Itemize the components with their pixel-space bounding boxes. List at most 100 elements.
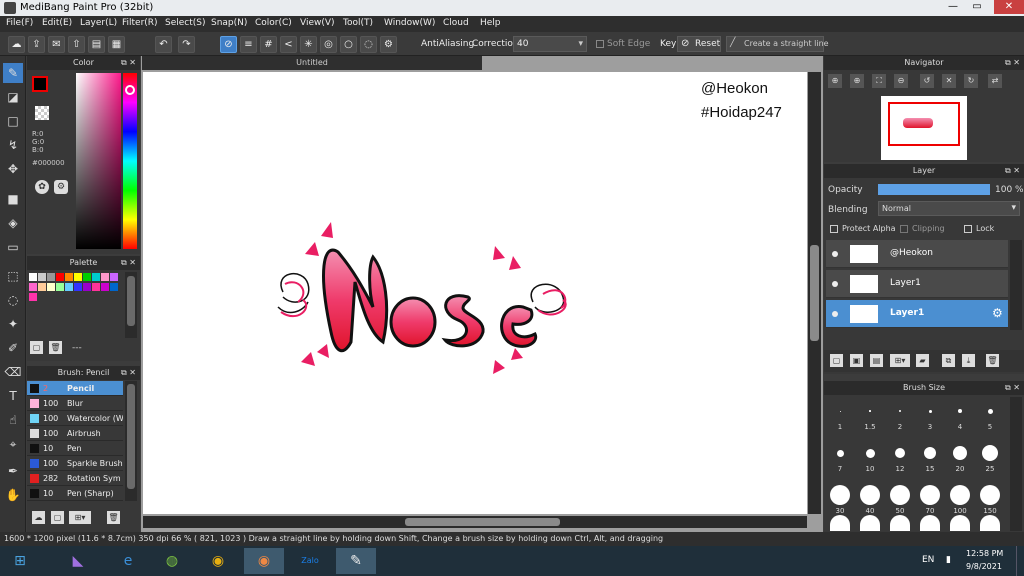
menu-tool[interactable]: Tool(T) <box>343 18 373 28</box>
grid-snap-icon[interactable]: # <box>260 36 277 53</box>
brush-size-dot[interactable] <box>924 447 936 459</box>
color-settings-icon[interactable]: ⚙ <box>54 180 68 194</box>
magic-wand-icon[interactable]: ✦ <box>3 314 23 334</box>
brush-size-dot[interactable] <box>869 410 871 412</box>
brush-size-dot[interactable] <box>836 449 844 457</box>
brush-item[interactable]: 10 Pen (Sharp) <box>27 486 123 501</box>
correction-select[interactable]: 40 ▾ <box>513 36 587 52</box>
layer-scrollbar[interactable] <box>1010 240 1022 330</box>
visual-studio-icon[interactable]: ◣ <box>58 548 98 574</box>
snap-settings-icon[interactable]: ⚙ <box>380 36 397 53</box>
brush-size-dot[interactable] <box>830 485 850 505</box>
circle-snap-icon[interactable]: ○ <box>340 36 357 53</box>
hue-slider[interactable] <box>123 73 137 249</box>
palette-swatch[interactable] <box>101 283 109 291</box>
select-tool-icon[interactable]: ⬚ <box>3 266 23 286</box>
lock-checkbox[interactable] <box>964 225 972 233</box>
palette-swatch[interactable] <box>110 273 118 281</box>
zalo-icon[interactable]: Zalo <box>290 548 330 574</box>
visibility-icon[interactable] <box>832 311 838 317</box>
soft-edge-checkbox[interactable] <box>596 40 604 48</box>
palette-swatch[interactable] <box>101 273 109 281</box>
network-icon[interactable]: ▮ <box>946 555 951 565</box>
new-8bit-layer-icon[interactable]: ▤ <box>870 354 883 367</box>
palette-swatch[interactable] <box>65 273 73 281</box>
operation-tool-icon[interactable]: ☝ <box>3 410 23 430</box>
gear-icon[interactable]: ⚙ <box>992 306 1003 320</box>
foreground-color-swatch[interactable] <box>32 76 48 92</box>
new-brush-icon[interactable]: ▢ <box>51 511 64 524</box>
fit-icon[interactable]: ⛶ <box>872 74 886 88</box>
lasso-brush-icon[interactable]: ↯ <box>3 135 23 155</box>
brush-item[interactable]: 2 Pencil <box>27 381 123 396</box>
chrome-active-icon[interactable]: ◉ <box>244 548 284 574</box>
menu-cloud[interactable]: Cloud <box>443 18 469 28</box>
palette-swatch[interactable] <box>92 283 100 291</box>
fill-rect-icon[interactable]: ■ <box>3 189 23 209</box>
bucket-tool-icon[interactable]: ◈ <box>3 213 23 233</box>
chrome-icon[interactable]: ◉ <box>198 548 238 574</box>
brush-size-dot[interactable] <box>895 448 905 458</box>
upload-icon[interactable]: ⇧ <box>68 36 85 53</box>
delete-brush-icon[interactable]: 🗑 <box>107 511 120 524</box>
brush-size-dot[interactable] <box>928 409 932 413</box>
brush-size-dot[interactable] <box>830 515 850 531</box>
brush-size-dot[interactable] <box>982 445 998 461</box>
layer-row[interactable]: @Heokon <box>826 240 1008 268</box>
brush-size-dot[interactable] <box>920 485 940 505</box>
brush-size-dot[interactable] <box>860 485 880 505</box>
brush-size-dot[interactable] <box>953 446 967 460</box>
add-brush-icon[interactable]: ⊞▾ <box>69 511 91 524</box>
radial-snap-icon[interactable]: ✳ <box>300 36 317 53</box>
close-button[interactable]: ✕ <box>994 0 1024 14</box>
brush-item[interactable]: 100 Blur <box>27 396 123 411</box>
document-icon[interactable]: ▤ <box>88 36 105 53</box>
brush-size-scrollbar[interactable] <box>1010 397 1022 531</box>
brush-item[interactable]: 282 Rotation Sym <box>27 471 123 486</box>
panel-menu-icon[interactable]: ⧉ ✕ <box>1005 56 1020 70</box>
menu-edit[interactable]: Edit(E) <box>42 18 72 28</box>
color-wheel-icon[interactable]: ✿ <box>35 180 49 194</box>
pages-icon[interactable]: ▦ <box>108 36 125 53</box>
merge-down-icon[interactable]: ⤓ <box>962 354 975 367</box>
menu-select[interactable]: Select(S) <box>165 18 206 28</box>
palette-swatch[interactable] <box>38 283 46 291</box>
drawing-canvas[interactable]: @Heokon #Hoidap247 <box>143 72 807 514</box>
cloud-brush-icon[interactable]: ☁ <box>32 511 45 524</box>
panel-menu-icon[interactable]: ⧉ ✕ <box>121 366 136 380</box>
eyedropper-icon[interactable]: ✒ <box>3 461 23 481</box>
document-tab[interactable]: Untitled <box>142 56 482 70</box>
zoom-in-icon[interactable]: ⊕ <box>828 74 842 88</box>
cloud-icon[interactable]: ☁ <box>8 36 25 53</box>
navigator-preview[interactable] <box>881 96 967 160</box>
brush-size-dot[interactable] <box>980 485 1000 505</box>
duplicate-layer-icon[interactable]: ⧉ <box>942 354 955 367</box>
move-tool-icon[interactable]: ✥ <box>3 159 23 179</box>
layer-row[interactable]: Layer1 <box>826 270 1008 298</box>
brush-tool-icon[interactable]: ✎ <box>3 63 23 83</box>
folder-icon[interactable]: ▰ <box>916 354 929 367</box>
brush-size-dot[interactable] <box>950 515 970 531</box>
flip-icon[interactable]: ⇄ <box>988 74 1002 88</box>
visibility-icon[interactable] <box>832 281 838 287</box>
brush-item[interactable]: 100 Sparkle Brush <box>27 456 123 471</box>
brush-item[interactable]: 100 Airbrush <box>27 426 123 441</box>
add-layer-menu-icon[interactable]: ⊞▾ <box>890 354 910 367</box>
select-eraser-icon[interactable]: ⌫ <box>3 362 23 382</box>
undo-icon[interactable]: ↶ <box>155 36 172 53</box>
start-button-icon[interactable]: ⊞ <box>2 548 38 574</box>
panel-menu-icon[interactable]: ⧉ ✕ <box>121 256 136 270</box>
panel-menu-icon[interactable]: ⧉ ✕ <box>121 56 136 70</box>
brush-scroll-thumb[interactable] <box>127 384 135 489</box>
panel-menu-icon[interactable]: ⧉ ✕ <box>1005 381 1020 395</box>
menu-color[interactable]: Color(C) <box>255 18 292 28</box>
snap-off-icon[interactable]: ⊘ <box>220 36 237 53</box>
brush-item[interactable]: 10 Pen <box>27 441 123 456</box>
palette-swatch[interactable] <box>110 283 118 291</box>
perspective-snap-icon[interactable]: < <box>280 36 297 53</box>
new-halftone-layer-icon[interactable]: ▣ <box>850 354 863 367</box>
palette-swatch[interactable] <box>65 283 73 291</box>
parallel-snap-icon[interactable]: ≡ <box>240 36 257 53</box>
visibility-icon[interactable] <box>832 251 838 257</box>
palette-scroll-thumb[interactable] <box>127 276 135 326</box>
